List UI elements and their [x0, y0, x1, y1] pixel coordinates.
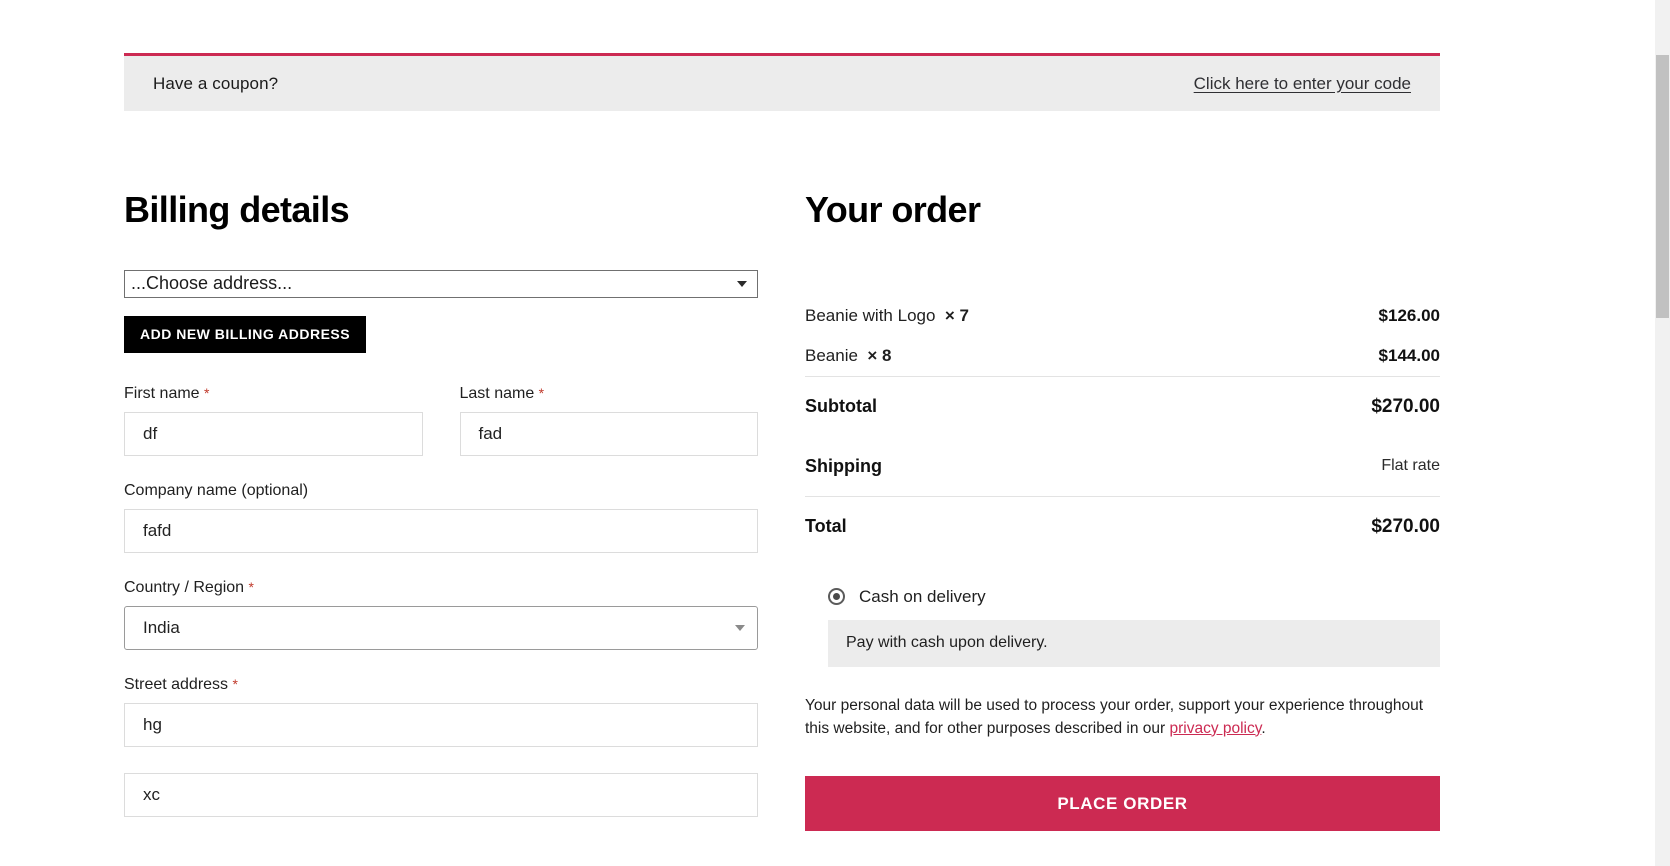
payment-method-label: Cash on delivery — [859, 586, 986, 606]
street-address-2-group: xc — [124, 772, 758, 817]
first-name-input[interactable]: df — [124, 411, 423, 456]
shipping-value: Flat rate — [1381, 457, 1440, 475]
street-address-label: Street address * — [124, 675, 238, 693]
payment-methods: Cash on delivery Pay with cash upon deli… — [805, 587, 1440, 667]
your-order-title: Your order — [805, 189, 981, 230]
first-name-value: df — [143, 423, 158, 443]
coupon-prompt: Have a coupon? — [153, 73, 279, 93]
street-address-2-value: xc — [143, 784, 160, 804]
shipping-row: Shipping Flat rate — [805, 437, 1440, 496]
payment-method-description: Pay with cash upon delivery. — [828, 619, 1440, 667]
order-item-qty: × 8 — [867, 345, 892, 365]
total-row: Total $270.00 — [805, 497, 1440, 557]
order-line-item: Beanie with Logo × 7 $126.00 — [805, 296, 1440, 336]
enter-coupon-link[interactable]: Click here to enter your code — [1194, 74, 1411, 94]
order-item-qty: × 7 — [944, 305, 969, 325]
company-input[interactable]: fafd — [124, 508, 758, 553]
order-item-price: $126.00 — [1378, 305, 1440, 325]
shipping-label: Shipping — [805, 455, 882, 476]
required-marker: * — [538, 384, 545, 401]
add-new-billing-address-button[interactable]: ADD NEW BILLING ADDRESS — [124, 315, 367, 353]
name-row: First name * df Last name * fad — [124, 385, 758, 456]
company-label: Company name (optional) — [124, 481, 309, 499]
country-value: India — [143, 617, 180, 637]
privacy-text-before: Your personal data will be used to proce… — [805, 696, 1424, 737]
billing-details-title: Billing details — [124, 189, 350, 230]
privacy-policy-link[interactable]: privacy policy — [1169, 720, 1261, 737]
chevron-down-icon — [737, 280, 747, 287]
radio-selected-icon[interactable] — [828, 588, 845, 606]
street-address-value: hg — [143, 714, 162, 734]
order-summary-table: Beanie with Logo × 7 $126.00 Beanie × 8 … — [805, 296, 1440, 557]
first-name-group: First name * df — [124, 385, 423, 456]
company-value: fafd — [143, 520, 172, 540]
required-marker: * — [204, 384, 210, 401]
street-address-2-input[interactable]: xc — [124, 772, 758, 817]
country-label: Country / Region * — [124, 578, 254, 596]
page-scrollbar[interactable] — [1655, 0, 1670, 866]
choose-address-value: ...Choose address... — [131, 273, 293, 294]
street-address-input[interactable]: hg — [124, 702, 758, 747]
billing-details-column: Billing details ...Choose address... ADD… — [124, 190, 758, 817]
first-name-label: First name * — [124, 384, 210, 402]
order-line-item: Beanie × 8 $144.00 — [805, 336, 1440, 376]
checkout-page: Have a coupon? Click here to enter your … — [0, 0, 1670, 866]
order-item-name: Beanie with Logo × 7 — [805, 305, 969, 325]
subtotal-label: Subtotal — [805, 396, 877, 417]
country-group: Country / Region * India — [124, 579, 758, 650]
payment-option-cash-on-delivery[interactable]: Cash on delivery — [805, 587, 1440, 607]
scrollbar-thumb[interactable] — [1656, 55, 1669, 318]
place-order-button[interactable]: PLACE ORDER — [805, 776, 1440, 832]
street-address-group: Street address * hg — [124, 676, 758, 747]
privacy-text-after: . — [1261, 719, 1266, 737]
last-name-value: fad — [478, 423, 503, 443]
last-name-label: Last name * — [459, 384, 545, 402]
last-name-group: Last name * fad — [459, 384, 758, 456]
required-marker: * — [232, 675, 238, 692]
choose-address-select[interactable]: ...Choose address... — [124, 269, 758, 298]
total-value: $270.00 — [1371, 515, 1440, 537]
coupon-bar: Have a coupon? Click here to enter your … — [124, 56, 1440, 111]
order-item-price: $144.00 — [1378, 345, 1440, 365]
privacy-notice: Your personal data will be used to proce… — [805, 695, 1440, 741]
last-name-input[interactable]: fad — [459, 411, 758, 456]
country-select[interactable]: India — [124, 605, 758, 650]
your-order-column: Your order Beanie with Logo × 7 $126.00 … — [805, 189, 1440, 832]
coupon-banner: Have a coupon? Click here to enter your … — [124, 53, 1440, 111]
company-group: Company name (optional) fafd — [124, 482, 758, 553]
total-label: Total — [805, 516, 847, 537]
order-item-name: Beanie × 8 — [805, 345, 892, 365]
subtotal-value: $270.00 — [1371, 395, 1440, 417]
chevron-down-icon — [735, 624, 745, 631]
subtotal-row: Subtotal $270.00 — [805, 377, 1440, 437]
required-marker: * — [248, 578, 254, 595]
